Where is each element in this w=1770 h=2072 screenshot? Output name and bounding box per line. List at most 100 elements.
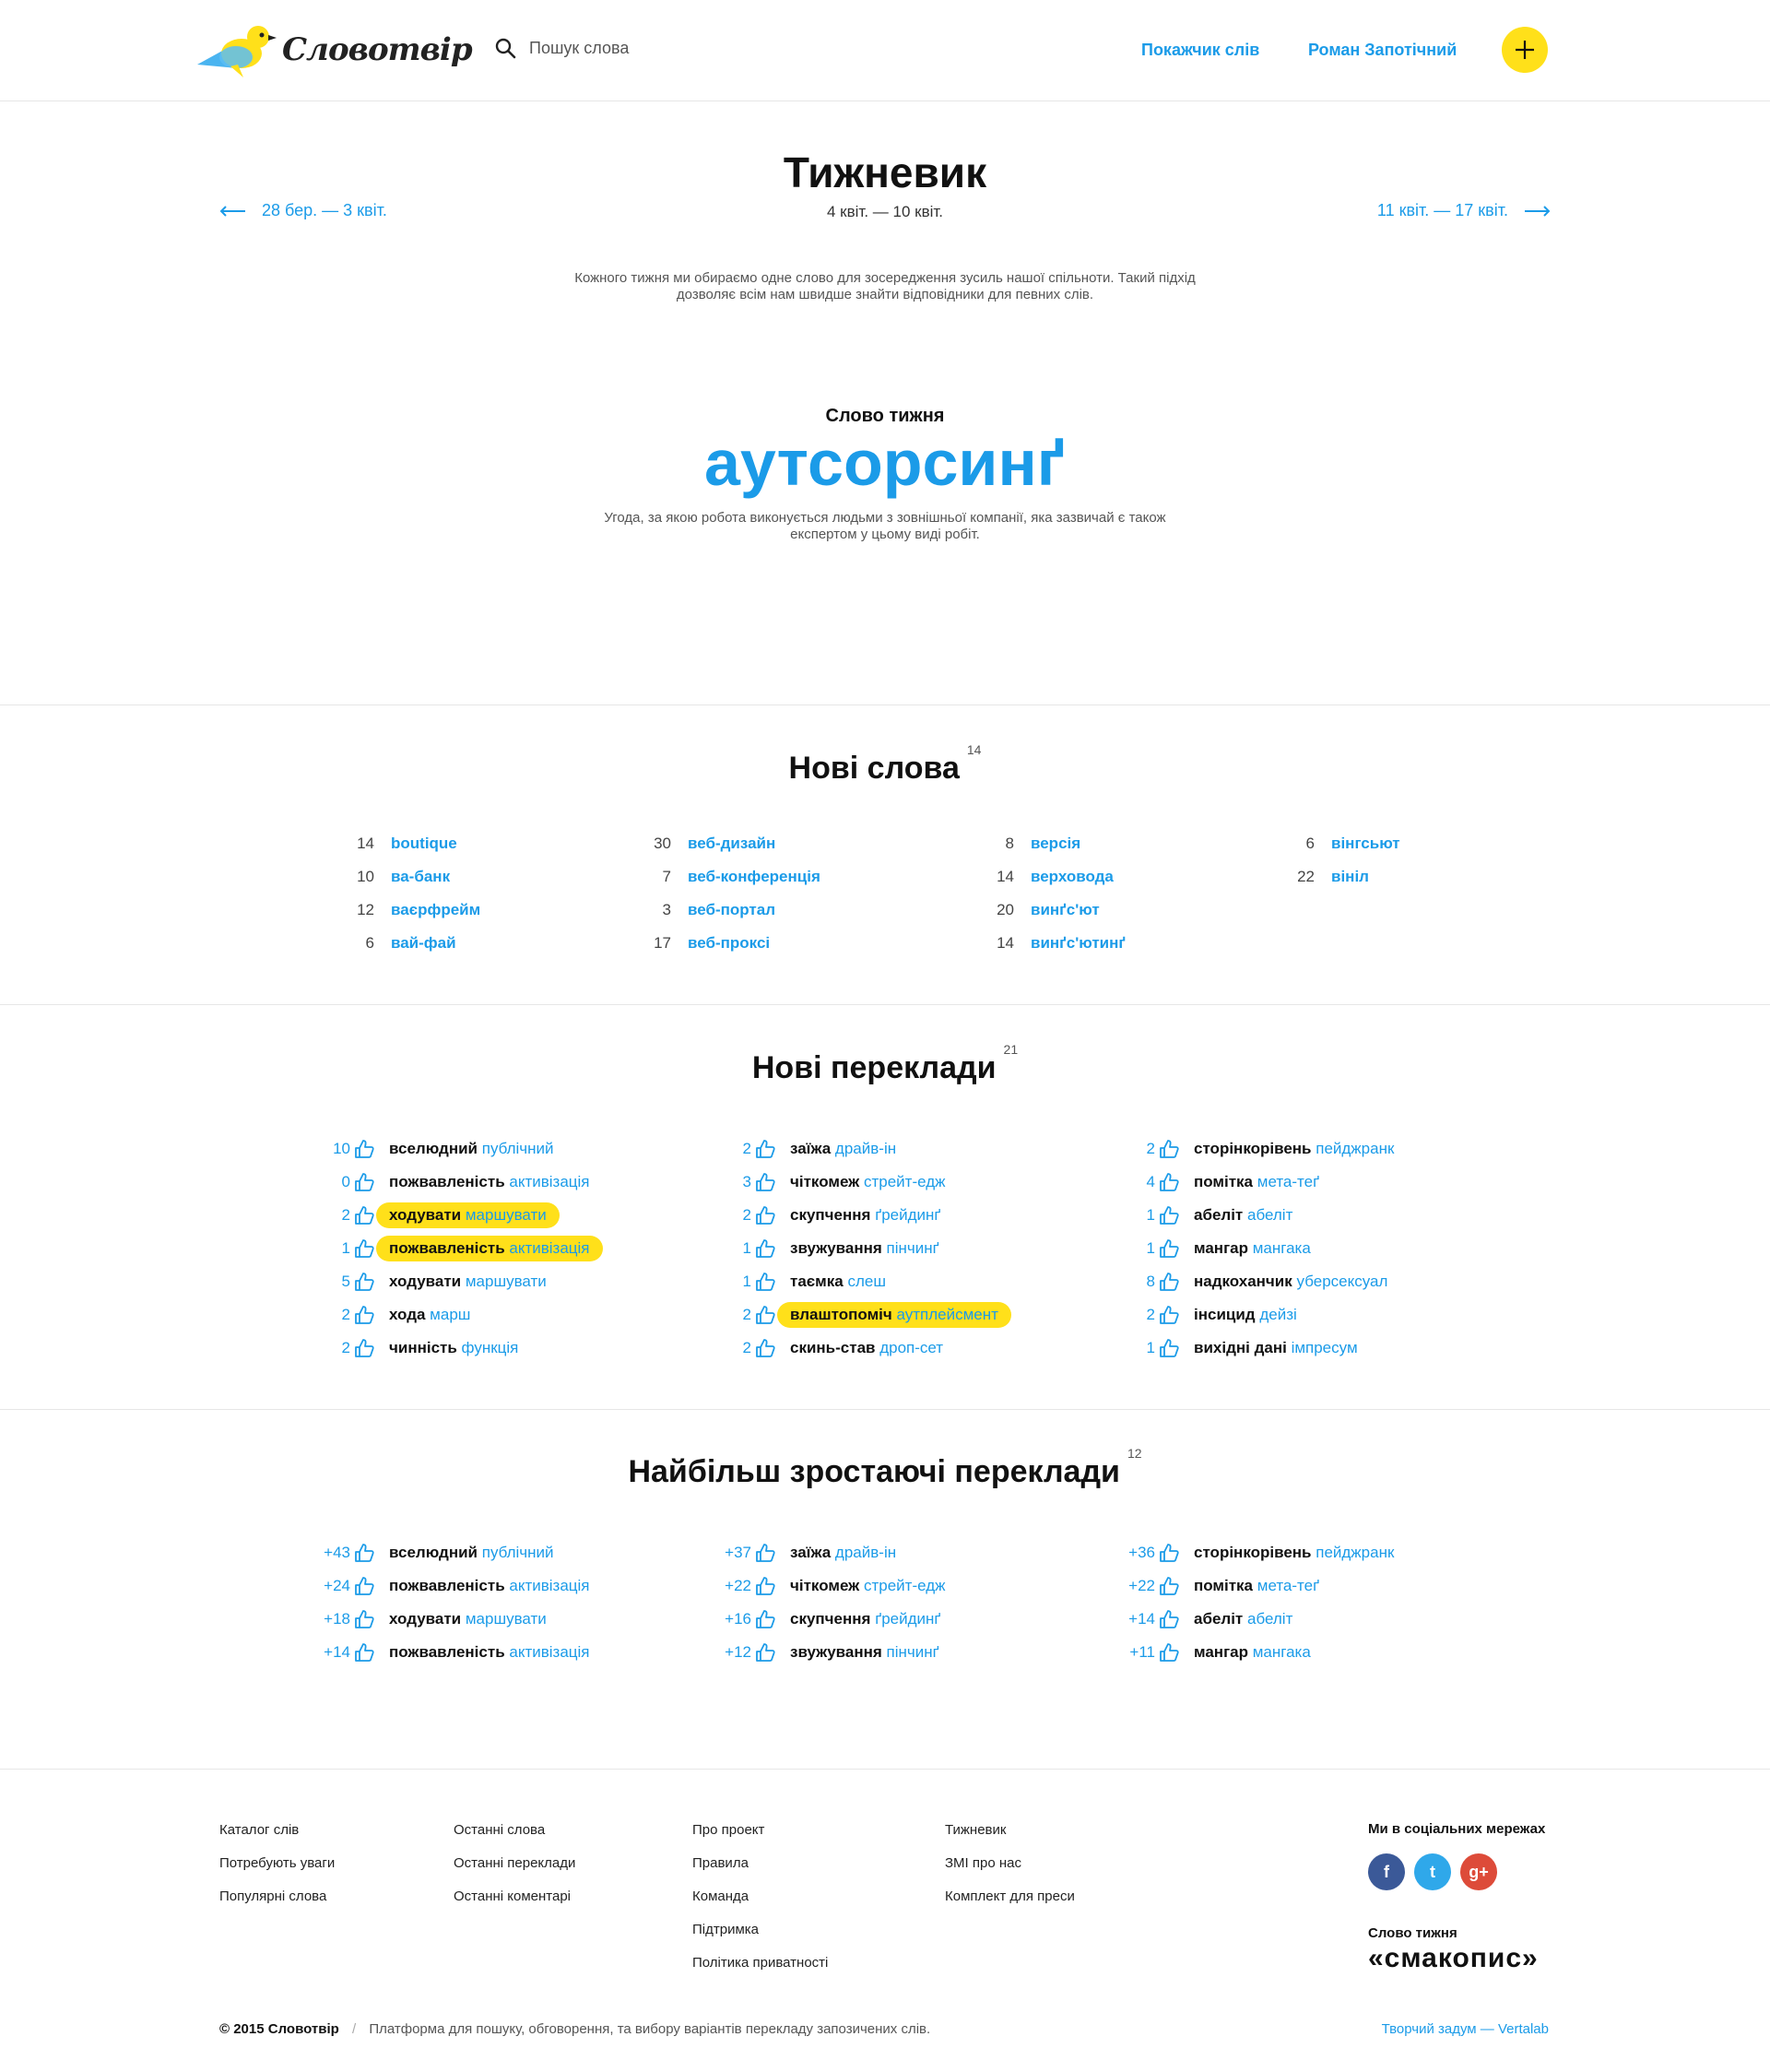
footer-link[interactable]: Комплект для преси [945, 1888, 1075, 1921]
footer-link[interactable]: Популярні слова [219, 1888, 335, 1921]
translation-word[interactable]: чіткомеж [790, 1577, 859, 1594]
word-link[interactable]: веб-проксі [688, 934, 770, 953]
translation-word[interactable]: мангар [1194, 1643, 1248, 1661]
source-word[interactable]: маршувати [466, 1206, 547, 1224]
thumbs-up-icon[interactable] [1159, 1576, 1179, 1596]
footer-link[interactable]: Останні коментарі [454, 1888, 575, 1921]
translation-word[interactable]: пожвавленість [389, 1643, 505, 1661]
translation-pair[interactable]: скинь-став дроп-сет [790, 1335, 943, 1361]
thumbs-up-icon[interactable] [354, 1576, 374, 1596]
source-word[interactable]: функція [462, 1339, 519, 1356]
nav-user-link[interactable]: Роман Запотічний [1308, 41, 1457, 60]
translation-pair[interactable]: заїжа драйв-ін [790, 1136, 896, 1162]
footer-link[interactable]: Каталог слів [219, 1821, 335, 1854]
credit-link[interactable]: Творчий задум — Vertalab [1382, 2021, 1549, 2037]
translation-pair[interactable]: заїжа драйв-ін [790, 1540, 896, 1566]
word-link[interactable]: верховода [1031, 868, 1114, 886]
footer-link[interactable]: Підтримка [692, 1921, 828, 1954]
translation-pair[interactable]: чіткомеж стрейт-едж [790, 1573, 945, 1599]
translation-word[interactable]: пожвавленість [389, 1173, 505, 1190]
source-word[interactable]: активізація [509, 1239, 589, 1257]
source-word[interactable]: мангака [1253, 1643, 1311, 1661]
source-word[interactable]: пінчинґ [887, 1239, 939, 1257]
word-link[interactable]: ваєрфрейм [391, 901, 480, 919]
thumbs-up-icon[interactable] [1159, 1139, 1179, 1159]
source-word[interactable]: уберсексуал [1297, 1273, 1388, 1290]
translation-pair[interactable]: пожвавленість активізація [389, 1573, 590, 1599]
thumbs-up-icon[interactable] [1159, 1642, 1179, 1663]
google-plus-icon[interactable]: g+ [1460, 1853, 1497, 1890]
source-word[interactable]: драйв-ін [835, 1140, 896, 1157]
source-word[interactable]: абеліт [1247, 1206, 1292, 1224]
thumbs-up-icon[interactable] [354, 1642, 374, 1663]
translation-pair[interactable]: чинність функція [389, 1335, 518, 1361]
source-word[interactable]: мета-теґ [1257, 1173, 1319, 1190]
translation-pair[interactable]: звужування пінчинґ [790, 1640, 939, 1665]
translation-pair[interactable]: абеліт абеліт [1194, 1202, 1292, 1228]
translation-word[interactable]: влаштопоміч [790, 1306, 892, 1323]
word-link[interactable]: вініл [1331, 868, 1369, 886]
thumbs-up-icon[interactable] [755, 1139, 775, 1159]
word-link[interactable]: винґс'ютинґ [1031, 934, 1126, 953]
thumbs-up-icon[interactable] [755, 1642, 775, 1663]
word-link[interactable]: веб-конференція [688, 868, 820, 886]
translation-word[interactable]: звужування [790, 1239, 882, 1257]
translation-word[interactable]: заїжа [790, 1140, 831, 1157]
translation-word[interactable]: таємка [790, 1273, 844, 1290]
source-word[interactable]: активізація [509, 1577, 589, 1594]
thumbs-up-icon[interactable] [755, 1543, 775, 1563]
thumbs-up-icon[interactable] [354, 1172, 374, 1192]
thumbs-up-icon[interactable] [1159, 1272, 1179, 1292]
thumbs-up-icon[interactable] [1159, 1543, 1179, 1563]
translation-word[interactable]: вихідні дані [1194, 1339, 1287, 1356]
thumbs-up-icon[interactable] [1159, 1205, 1179, 1225]
previous-week-link[interactable]: 28 бер. — 3 квіт. [219, 201, 387, 220]
translation-pair[interactable]: вихідні дані імпресум [1194, 1335, 1358, 1361]
source-word[interactable]: активізація [509, 1173, 589, 1190]
source-word[interactable]: пейджранк [1316, 1544, 1394, 1561]
search-input[interactable] [529, 38, 806, 58]
translation-word[interactable]: мангар [1194, 1239, 1248, 1257]
footer-link[interactable]: Тижневик [945, 1821, 1075, 1854]
word-link[interactable]: веб-портал [688, 901, 775, 919]
thumbs-up-icon[interactable] [1159, 1609, 1179, 1629]
translation-word[interactable]: абеліт [1194, 1610, 1243, 1628]
translation-pair[interactable]: ходувати маршувати [389, 1606, 547, 1632]
thumbs-up-icon[interactable] [354, 1272, 374, 1292]
twitter-icon[interactable]: t [1414, 1853, 1451, 1890]
thumbs-up-icon[interactable] [755, 1576, 775, 1596]
translation-word[interactable]: скупчення [790, 1610, 870, 1628]
footer-link[interactable]: ЗМІ про нас [945, 1854, 1075, 1888]
thumbs-up-icon[interactable] [1159, 1305, 1179, 1325]
translation-pair[interactable]: надкоханчик уберсексуал [1194, 1269, 1387, 1295]
source-word[interactable]: стрейт-едж [864, 1173, 946, 1190]
add-word-button[interactable] [1502, 27, 1548, 73]
word-link[interactable]: версія [1031, 835, 1080, 853]
source-word[interactable]: дейзі [1259, 1306, 1296, 1323]
source-word[interactable]: ґрейдинґ [875, 1610, 940, 1628]
translation-word[interactable]: помітка [1194, 1173, 1253, 1190]
translation-word[interactable]: хода [389, 1306, 425, 1323]
translation-pair[interactable]: скупчення ґрейдинґ [790, 1606, 940, 1632]
word-link[interactable]: вай-фай [391, 934, 456, 953]
translation-pair[interactable]: влаштопоміч аутплейсмент [777, 1302, 1011, 1328]
translation-word[interactable]: чинність [389, 1339, 457, 1356]
footer-word-of-week[interactable]: «смакопис» [1368, 1943, 1539, 1974]
translation-word[interactable]: пожвавленість [389, 1577, 505, 1594]
translation-pair[interactable]: помітка мета-теґ [1194, 1573, 1319, 1599]
translation-word[interactable]: ходувати [389, 1273, 461, 1290]
word-of-week[interactable]: аутсорсинґ [0, 426, 1770, 500]
thumbs-up-icon[interactable] [354, 1238, 374, 1259]
source-word[interactable]: публічний [482, 1140, 554, 1157]
translation-word[interactable]: абеліт [1194, 1206, 1243, 1224]
thumbs-up-icon[interactable] [755, 1305, 775, 1325]
translation-pair[interactable]: вселюдний публічний [389, 1540, 554, 1566]
translation-word[interactable]: інсицид [1194, 1306, 1256, 1323]
search-icon[interactable] [494, 37, 516, 59]
thumbs-up-icon[interactable] [755, 1272, 775, 1292]
thumbs-up-icon[interactable] [354, 1139, 374, 1159]
translation-pair[interactable]: ходувати маршувати [389, 1269, 547, 1295]
thumbs-up-icon[interactable] [354, 1205, 374, 1225]
nav-word-index-link[interactable]: Покажчик слів [1141, 41, 1259, 60]
source-word[interactable]: дроп-сет [879, 1339, 943, 1356]
